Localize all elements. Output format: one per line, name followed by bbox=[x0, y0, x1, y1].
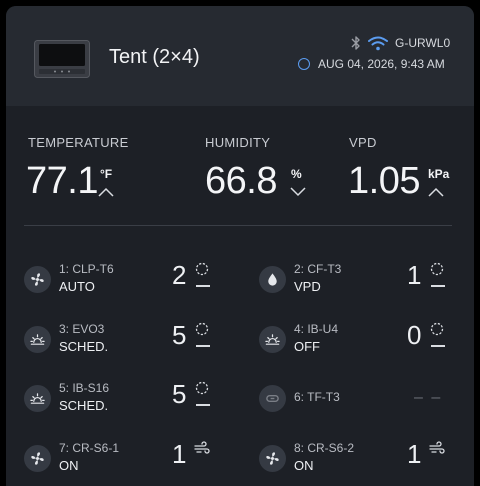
trend-down-icon bbox=[290, 187, 306, 197]
port-4[interactable]: 4: IB-U4 OFF 0 bbox=[259, 318, 469, 366]
timer-dial-icon bbox=[430, 262, 444, 276]
port-mode: SCHED. bbox=[59, 339, 109, 354]
port-name: 1: CLP-T6 bbox=[59, 262, 114, 276]
metric-unit: % bbox=[291, 167, 302, 181]
trend-up-icon bbox=[98, 187, 114, 197]
level-underline bbox=[431, 285, 445, 287]
port-level: 5 bbox=[172, 379, 187, 409]
metric-unit: kPa bbox=[428, 167, 450, 181]
metric-unit: °F bbox=[100, 167, 113, 181]
port-level: 2 bbox=[172, 260, 187, 290]
fan-icon bbox=[259, 445, 286, 472]
metric-label: TEMPERATURE bbox=[28, 135, 129, 150]
port-name: 3: EVO3 bbox=[59, 322, 105, 336]
port-level: 1 bbox=[407, 260, 422, 290]
wind-icon bbox=[194, 441, 210, 454]
wind-icon bbox=[429, 441, 445, 454]
device-header[interactable]: Tent (2×4) G-URWL0 AUG 04, 2026, 9:43 AM bbox=[6, 6, 474, 106]
disconnected-icon bbox=[259, 385, 286, 412]
fan-icon bbox=[24, 445, 51, 472]
port-name: 4: IB-U4 bbox=[294, 322, 339, 336]
port-level: 1 bbox=[407, 439, 422, 469]
device-name: G-URWL0 bbox=[395, 36, 451, 50]
port-8[interactable]: 8: CR-S6-2 ON 1 bbox=[259, 437, 469, 485]
level-underline bbox=[431, 345, 445, 347]
level-underline bbox=[196, 404, 210, 406]
trend-up-icon bbox=[428, 187, 444, 197]
metric-label: HUMIDITY bbox=[205, 135, 271, 150]
port-level: – – bbox=[414, 389, 443, 406]
timer-dial-icon bbox=[195, 381, 209, 395]
port-mode: AUTO bbox=[59, 279, 95, 294]
timer-dial-icon bbox=[430, 322, 444, 336]
port-mode: VPD bbox=[294, 279, 321, 294]
port-name: 6: TF-T3 bbox=[294, 390, 340, 404]
metric-value: 77.1 bbox=[26, 160, 98, 202]
wifi-icon bbox=[368, 36, 388, 51]
controller-device-icon bbox=[34, 40, 90, 78]
port-name: 5: IB-S16 bbox=[59, 381, 110, 395]
fan-icon bbox=[24, 266, 51, 293]
timer-dial-icon bbox=[195, 262, 209, 276]
metric-value: 1.05 bbox=[348, 160, 420, 202]
port-name: 8: CR-S6-2 bbox=[294, 441, 355, 455]
port-mode: ON bbox=[294, 458, 314, 473]
port-2[interactable]: 2: CF-T3 VPD 1 bbox=[259, 258, 469, 306]
port-mode: ON bbox=[59, 458, 79, 473]
port-mode: OFF bbox=[294, 339, 320, 354]
sync-status-icon bbox=[298, 58, 310, 70]
port-name: 7: CR-S6-1 bbox=[59, 441, 120, 455]
port-1[interactable]: 1: CLP-T6 AUTO 2 bbox=[24, 258, 234, 306]
bluetooth-icon bbox=[351, 36, 360, 50]
port-name: 2: CF-T3 bbox=[294, 262, 342, 276]
tent-title: Tent (2×4) bbox=[109, 46, 200, 68]
section-divider bbox=[24, 225, 452, 226]
water-drop-icon bbox=[259, 266, 286, 293]
level-underline bbox=[196, 345, 210, 347]
port-7[interactable]: 7: CR-S6-1 ON 1 bbox=[24, 437, 234, 485]
level-underline bbox=[196, 285, 210, 287]
timestamp: AUG 04, 2026, 9:43 AM bbox=[318, 57, 445, 71]
metric-value: 66.8 bbox=[205, 160, 277, 202]
sunrise-icon bbox=[24, 385, 51, 412]
sunrise-icon bbox=[24, 326, 51, 353]
port-6[interactable]: 6: TF-T3 – – bbox=[259, 377, 469, 425]
port-level: 0 bbox=[407, 320, 422, 350]
controller-card: Tent (2×4) G-URWL0 AUG 04, 2026, 9:43 AM… bbox=[6, 6, 474, 486]
port-5[interactable]: 5: IB-S16 SCHED. 5 bbox=[24, 377, 234, 425]
port-level: 5 bbox=[172, 320, 187, 350]
port-level: 1 bbox=[172, 439, 187, 469]
metric-label: VPD bbox=[349, 135, 377, 150]
timer-dial-icon bbox=[195, 322, 209, 336]
port-mode: SCHED. bbox=[59, 398, 109, 413]
sunrise-icon bbox=[259, 326, 286, 353]
port-3[interactable]: 3: EVO3 SCHED. 5 bbox=[24, 318, 234, 366]
